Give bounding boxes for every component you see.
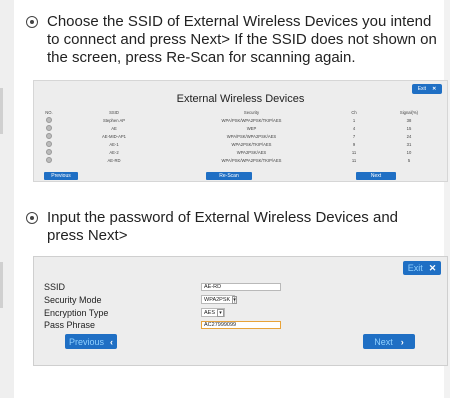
select-radio[interactable] (46, 156, 52, 163)
previous-label: Previous (51, 173, 71, 179)
cell-ssid: AE-RD (107, 157, 121, 163)
dropdown-arrow-icon: ▾ (232, 295, 237, 304)
cell-security: WPA2PSK/TKIP/AES (231, 141, 272, 147)
next-button[interactable]: Next (356, 172, 396, 180)
cell-ch: 7 (352, 133, 356, 139)
cell-security: WPA/PSK/WPA2PSK/TKIP/AES (221, 117, 282, 123)
chevron-right-icon: › (400, 336, 404, 347)
col-ch: Ch (351, 110, 357, 115)
close-icon: ✕ (432, 86, 437, 92)
panel-title: External Wireless Devices (176, 93, 305, 105)
col-signal: Signal(%) (399, 110, 419, 115)
select-radio[interactable] (46, 132, 52, 139)
step2-instruction: Input the password of External Wireless … (26, 209, 406, 245)
table-row[interactable]: Stephen AP WPA/PSK/WPA2PSK/TKIP/AES 1 38 (39, 116, 444, 124)
scan-results-panel: Exit ✕ External Wireless Devices NO. SSI… (33, 80, 448, 182)
bullet-icon (26, 16, 38, 28)
pass-phrase-field[interactable]: AC27999099 (201, 321, 281, 329)
left-margin-strip (0, 0, 14, 398)
encryption-type-label: Encryption Type (44, 308, 109, 318)
cell-signal: 24 (406, 133, 412, 139)
cell-signal: 31 (406, 141, 412, 147)
step1-instruction: Choose the SSID of External Wireless Dev… (26, 13, 438, 67)
left-tick-2 (0, 262, 3, 308)
next-label: Next (374, 336, 393, 347)
cell-signal: 10 (406, 149, 412, 155)
ssid-table: NO. SSID Security Ch Signal(%) Stephen A… (39, 109, 444, 164)
cell-ssid: AE-1 (109, 141, 119, 147)
rescan-button[interactable]: Re-Scan (206, 172, 252, 180)
cell-security: WPA2PSK/AES (236, 149, 267, 155)
select-radio[interactable] (46, 124, 52, 131)
bullet-icon (26, 212, 38, 224)
ssid-label: SSID (44, 282, 66, 292)
cell-signal: 15 (406, 125, 412, 131)
previous-label: Previous (68, 336, 104, 347)
cell-ch: 11 (351, 149, 357, 155)
table-header-row: NO. SSID Security Ch Signal(%) (39, 109, 444, 116)
security-mode-label: Security Mode (44, 295, 102, 305)
cell-ssid: AE-MID-AP1 (102, 133, 126, 139)
close-icon: ✕ (428, 262, 437, 273)
cell-security: WEP (246, 125, 257, 131)
table-row[interactable]: AE-RD WPA/PSK/WPA2PSK/TKIP/AES 11 5 (39, 156, 444, 164)
table-row[interactable]: AE-MID-AP1 WPA/PSK/WPA2PSK/AES 7 24 (39, 132, 444, 140)
encryption-type-value: AES (204, 309, 216, 316)
step2-text: Input the password of External Wireless … (47, 209, 398, 244)
table-row[interactable]: AE-1 WPA2PSK/TKIP/AES 9 31 (39, 140, 444, 148)
security-mode-value: WPA2PSK (204, 296, 231, 303)
cell-ch: 11 (351, 157, 357, 163)
encryption-type-select[interactable]: AES ▾ (201, 308, 225, 317)
cell-signal: 5 (407, 157, 411, 163)
cell-ch: 9 (352, 141, 356, 147)
cell-signal: 38 (406, 117, 412, 123)
cell-ssid: AE-2 (109, 149, 119, 155)
left-tick-1 (0, 88, 3, 134)
pass-phrase-label: Pass Phrase (44, 320, 96, 330)
col-security: Security (243, 110, 260, 115)
cell-ch: 4 (352, 125, 356, 131)
select-radio[interactable] (46, 116, 52, 123)
exit-label: Exit (417, 86, 427, 92)
table-row[interactable]: AE WEP 4 15 (39, 124, 444, 132)
next-button[interactable]: Next › (363, 334, 415, 349)
ssid-field[interactable]: AE-RD (201, 283, 281, 291)
cell-ch: 1 (352, 117, 356, 123)
table-row[interactable]: AE-2 WPA2PSK/AES 11 10 (39, 148, 444, 156)
next-label: Next (370, 173, 382, 179)
cell-ssid: AE (111, 125, 117, 131)
security-mode-select[interactable]: WPA2PSK ▾ (201, 295, 237, 304)
step1-text: Choose the SSID of External Wireless Dev… (47, 13, 437, 66)
previous-button[interactable]: Previous (44, 172, 78, 180)
col-no: NO. (45, 110, 53, 115)
chevron-left-icon: ‹ (110, 336, 113, 347)
cell-security: WPA/PSK/WPA2PSK/TKIP/AES (221, 157, 282, 163)
dropdown-arrow-icon: ▾ (217, 308, 224, 317)
select-radio[interactable] (46, 140, 52, 147)
rescan-label: Re-Scan (219, 173, 239, 179)
exit-label: Exit (407, 263, 423, 273)
previous-button[interactable]: Previous ‹ (65, 334, 117, 349)
exit-button[interactable]: Exit ✕ (403, 261, 441, 275)
password-panel: Exit ✕ SSID AE-RD Security Mode WPA2PSK … (33, 256, 448, 366)
col-ssid: SSID (109, 110, 119, 115)
cell-ssid: Stephen AP (102, 117, 126, 123)
cell-security: WPA/PSK/WPA2PSK/AES (226, 133, 277, 139)
select-radio[interactable] (46, 148, 52, 155)
